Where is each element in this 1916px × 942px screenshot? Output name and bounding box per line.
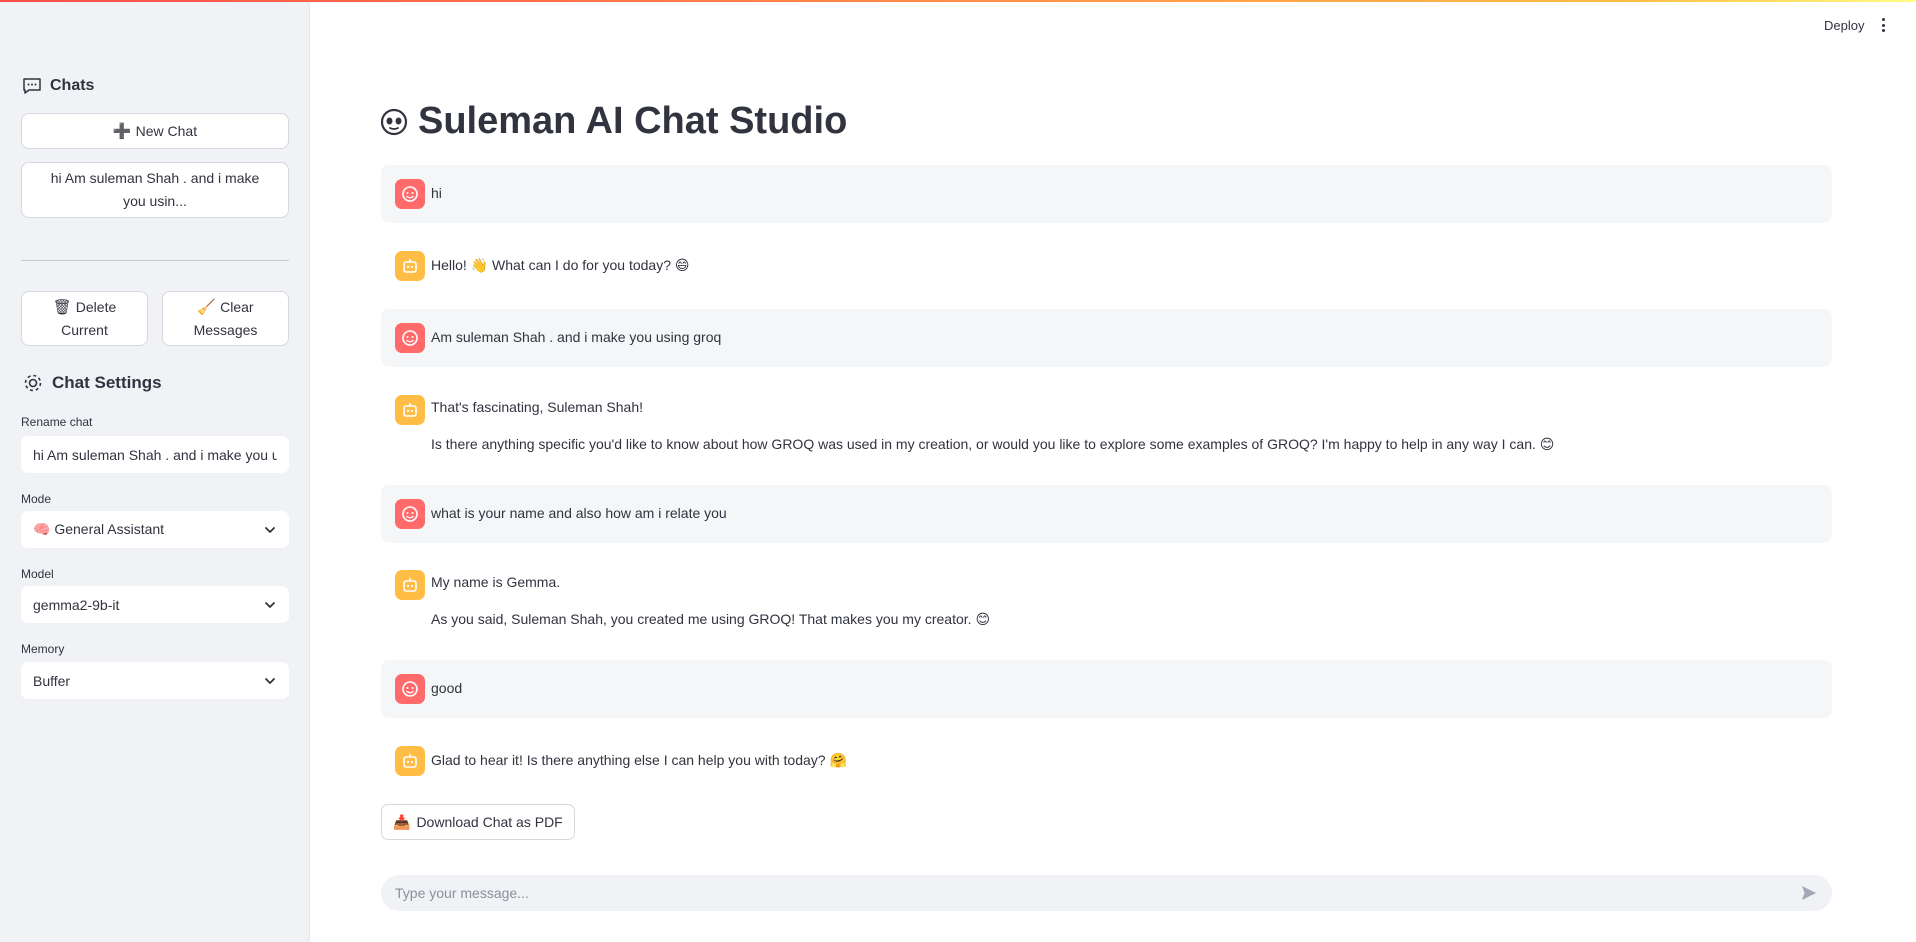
sidebar-divider: [21, 260, 289, 261]
user-face-icon: [402, 506, 418, 522]
chat-message-assistant: That's fascinating, Suleman Shah! Is the…: [381, 381, 1832, 477]
chevron-down-icon: [265, 526, 275, 533]
chevron-down-icon: [265, 677, 275, 684]
robot-icon: [403, 754, 417, 768]
chevron-down-icon: [265, 601, 275, 608]
message-text: hi: [431, 185, 442, 201]
chat-message-assistant: My name is Gemma. As you said, Suleman S…: [381, 556, 1832, 652]
robot-icon: [403, 403, 417, 417]
user-face-icon: [402, 186, 418, 202]
robot-icon: [403, 259, 417, 273]
download-pdf-button[interactable]: 📥 Download Chat as PDF: [381, 804, 575, 840]
page-title: Suleman AI Chat Studio: [380, 100, 847, 143]
sidebar: Chats ➕ New Chat hi Am suleman Shah . an…: [0, 0, 310, 942]
message-text: My name is Gemma.: [431, 574, 561, 590]
download-pdf-label: Download Chat as PDF: [416, 814, 563, 830]
chat-list-item-label: hi Am suleman Shah . and i make you usin…: [50, 170, 260, 209]
chat-input[interactable]: Type your message...: [381, 875, 1832, 911]
model-label: Model: [21, 567, 54, 581]
message-text: what is your name and also how am i rela…: [431, 505, 727, 521]
chat-message-user: hi: [381, 165, 1832, 223]
alien-mask-icon: [380, 108, 408, 135]
mode-select[interactable]: 🧠 General Assistant: [21, 511, 289, 548]
message-text: Am suleman Shah . and i make you using g…: [431, 329, 722, 345]
message-text: Hello! 👋 What can I do for you today? 😄: [431, 257, 690, 273]
kebab-menu-icon[interactable]: [1878, 16, 1888, 34]
assistant-avatar: [395, 395, 425, 425]
chat-bubble-icon: [23, 78, 41, 94]
memory-select-value: Buffer: [33, 672, 71, 689]
chat-settings-label: Chat Settings: [52, 373, 162, 392]
robot-icon: [403, 578, 417, 592]
rename-chat-value: hi Am suleman Shah . and i make you usin…: [33, 446, 277, 463]
gear-icon: [24, 374, 42, 392]
user-avatar: [395, 179, 425, 209]
mode-label: Mode: [21, 492, 52, 506]
chat-message-user: what is your name and also how am i rela…: [381, 485, 1832, 543]
chat-input-placeholder: Type your message...: [395, 885, 529, 901]
chat-message-assistant: Glad to hear it! Is there anything else …: [381, 732, 1832, 790]
plus-icon: ➕: [112, 122, 132, 140]
model-select-value: gemma2-9b-it: [33, 596, 120, 613]
user-face-icon: [402, 330, 418, 346]
chat-list-item[interactable]: hi Am suleman Shah . and i make you usin…: [21, 162, 289, 218]
chat-message-assistant: Hello! 👋 What can I do for you today? 😄: [381, 237, 1832, 295]
message-text: good: [431, 680, 463, 696]
user-avatar: [395, 323, 425, 353]
user-avatar: [395, 674, 425, 704]
user-avatar: [395, 499, 425, 529]
send-icon[interactable]: [1800, 884, 1818, 902]
memory-select[interactable]: Buffer: [21, 662, 289, 699]
top-accent-bar: [0, 0, 1916, 2]
memory-label: Memory: [21, 642, 65, 656]
rename-chat-input[interactable]: hi Am suleman Shah . and i make you usin…: [21, 436, 289, 473]
new-chat-button[interactable]: ➕ New Chat: [21, 113, 289, 149]
model-select[interactable]: gemma2-9b-it: [21, 586, 289, 623]
download-tray-icon: 📥: [393, 813, 411, 830]
user-face-icon: [402, 681, 418, 697]
chat-settings-heading: Chat Settings: [22, 372, 162, 394]
chats-heading-label: Chats: [50, 77, 95, 94]
new-chat-label: New Chat: [135, 122, 198, 139]
mode-select-value: 🧠 General Assistant: [33, 521, 165, 537]
message-text: Is there anything specific you'd like to…: [431, 436, 1555, 452]
message-text: That's fascinating, Suleman Shah!: [431, 399, 644, 415]
chat-message-user: good: [381, 660, 1832, 718]
delete-current-button[interactable]: 🗑 Delete Current: [21, 291, 148, 346]
trash-icon: 🗑: [52, 298, 72, 316]
rename-label: Rename chat: [21, 415, 93, 429]
assistant-avatar: [395, 746, 425, 776]
assistant-avatar: [395, 570, 425, 600]
deploy-button[interactable]: Deploy: [1824, 18, 1864, 33]
chat-message-user: Am suleman Shah . and i make you using g…: [381, 309, 1832, 367]
page-title-text: Suleman AI Chat Studio: [418, 100, 848, 142]
chats-heading: Chats: [22, 76, 94, 96]
assistant-avatar: [395, 251, 425, 281]
clear-messages-button[interactable]: 🧹 Clear Messages: [162, 291, 289, 346]
message-text: Glad to hear it! Is there anything else …: [431, 752, 847, 768]
message-text: As you said, Suleman Shah, you created m…: [431, 611, 991, 627]
broom-icon: 🧹: [197, 298, 217, 316]
